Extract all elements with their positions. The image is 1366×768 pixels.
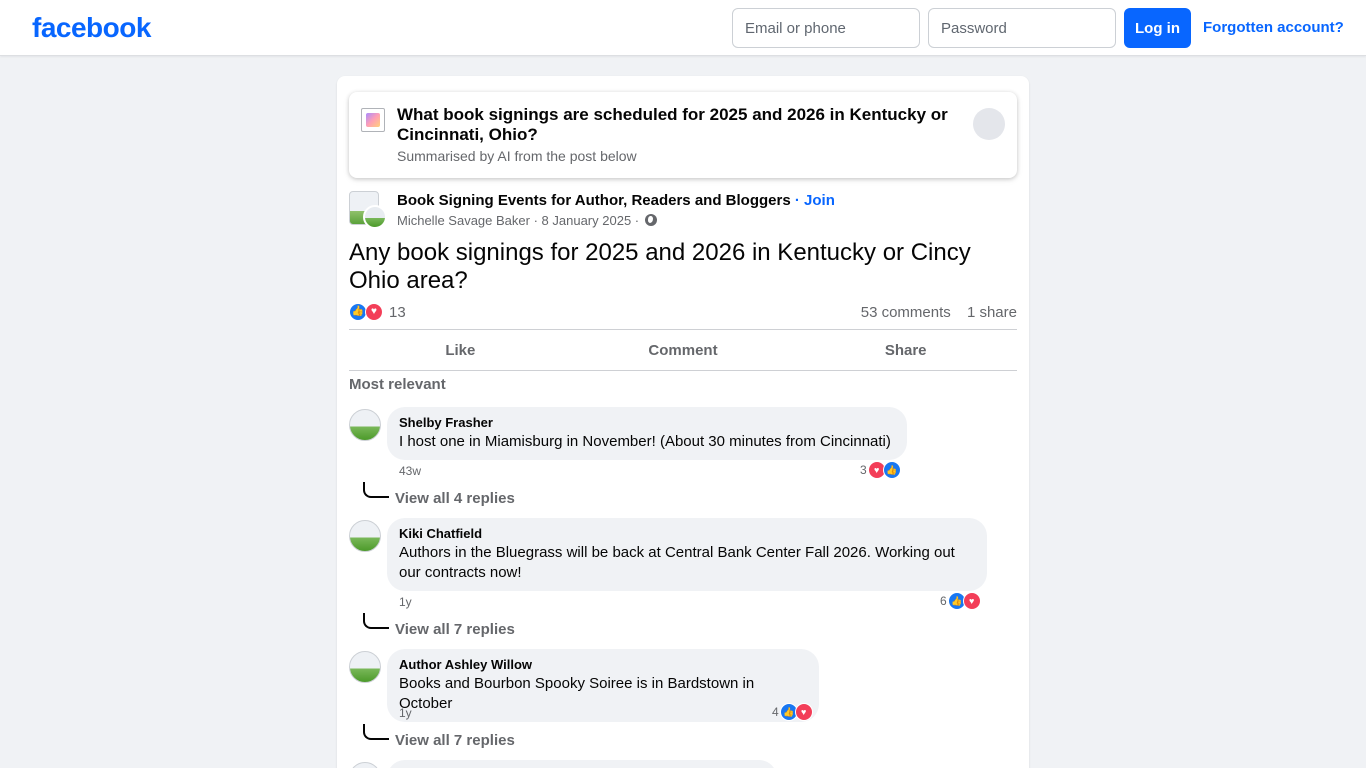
login-button[interactable]: Log in (1124, 8, 1191, 48)
join-group-link[interactable]: Join (804, 192, 835, 209)
commenter-name[interactable]: Author Ashley Willow (399, 657, 807, 673)
comment-reactions[interactable]: 3 ♥ 👍 (860, 461, 901, 479)
divider (349, 370, 1017, 371)
comment-text: I host one in Miamisburg in November! (A… (399, 433, 891, 450)
comment-bubble: Shelby Frasher I host one in Miamisburg … (387, 407, 907, 460)
facebook-logo[interactable]: facebook (32, 12, 151, 44)
meta-separator: · (533, 213, 542, 228)
comment-reaction-count: 4 (772, 705, 779, 719)
ai-summary-question: What book signings are scheduled for 202… (397, 105, 948, 144)
comment-bubble: Kiki Chatfield Authors in the Bluegrass … (387, 518, 987, 591)
group-name-link[interactable]: Book Signing Events for Author, Readers … (397, 192, 791, 209)
avatar[interactable] (349, 409, 381, 441)
ai-summary-icon (361, 108, 385, 132)
commenter-name[interactable]: Kiki Chatfield (399, 526, 975, 542)
love-reaction-icon: ♥ (962, 592, 981, 610)
ai-summary-subtitle: Summarised by AI from the post below (397, 148, 637, 164)
comment-time[interactable]: 43w (399, 464, 421, 478)
ai-summary-toggle-button[interactable] (973, 108, 1005, 140)
view-replies-link[interactable]: View all 7 replies (395, 621, 515, 638)
post-card: What book signings are scheduled for 202… (337, 76, 1029, 768)
post-reactions[interactable]: 👍 ♥ 13 (349, 302, 406, 322)
view-replies-link[interactable]: View all 4 replies (395, 490, 515, 507)
like-button[interactable]: Like (349, 330, 572, 370)
meta-separator: · (634, 213, 643, 228)
reply-connector (363, 724, 389, 740)
comment-reaction-count: 6 (940, 594, 947, 608)
comment-bubble: Author Ashley Willow Books and Bourbon S… (387, 649, 819, 722)
shares-count-link[interactable]: 1 share (967, 304, 1017, 321)
comments-count-link[interactable]: 53 comments (861, 304, 951, 321)
post-author-link[interactable]: Michelle Savage Baker (397, 213, 530, 228)
love-reaction-icon: ♥ (794, 703, 813, 721)
avatar[interactable] (349, 651, 381, 683)
group-header: Book Signing Events for Author, Readers … (397, 192, 835, 209)
comment-bubble (387, 760, 777, 768)
comment-sort-dropdown[interactable]: Most relevant (349, 376, 446, 393)
comment-text: Books and Bourbon Spooky Soiree is in Ba… (399, 675, 755, 712)
share-button[interactable]: Share (794, 330, 1017, 370)
comment-time[interactable]: 1y (399, 595, 412, 609)
comment-text: Authors in the Bluegrass will be back at… (399, 544, 955, 581)
view-replies-link[interactable]: View all 7 replies (395, 732, 515, 749)
author-avatar (363, 205, 387, 229)
comment-reactions[interactable]: 4 👍 ♥ (772, 703, 813, 721)
post-text: Any book signings for 2025 and 2026 in K… (349, 239, 971, 294)
reaction-count: 13 (389, 303, 406, 321)
post-meta: Michelle Savage Baker · 8 January 2025 · (397, 213, 657, 228)
like-reaction-icon: 👍 (882, 461, 901, 479)
avatar[interactable] (349, 762, 381, 768)
join-separator: · (794, 192, 805, 209)
reply-connector (363, 482, 389, 498)
post-date[interactable]: 8 January 2025 (542, 213, 632, 228)
group-avatar[interactable] (349, 191, 387, 229)
ai-summary-box[interactable]: What book signings are scheduled for 202… (349, 92, 1017, 178)
comment-time[interactable]: 1y (399, 706, 412, 720)
post-stats: 53 comments 1 share (861, 304, 1017, 321)
reply-connector (363, 613, 389, 629)
top-bar: facebook Log in Forgotten account? (0, 0, 1366, 56)
post-action-bar: Like Comment Share (349, 330, 1017, 370)
comment-reaction-count: 3 (860, 463, 867, 477)
email-field[interactable] (732, 8, 920, 48)
globe-icon (644, 214, 657, 226)
comment-button[interactable]: Comment (572, 330, 795, 370)
avatar[interactable] (349, 520, 381, 552)
commenter-name[interactable]: Shelby Frasher (399, 415, 895, 431)
love-reaction-icon: ♥ (365, 303, 383, 321)
password-field[interactable] (928, 8, 1116, 48)
forgotten-account-link[interactable]: Forgotten account? (1203, 19, 1344, 36)
comment-reactions[interactable]: 6 👍 ♥ (940, 592, 981, 610)
